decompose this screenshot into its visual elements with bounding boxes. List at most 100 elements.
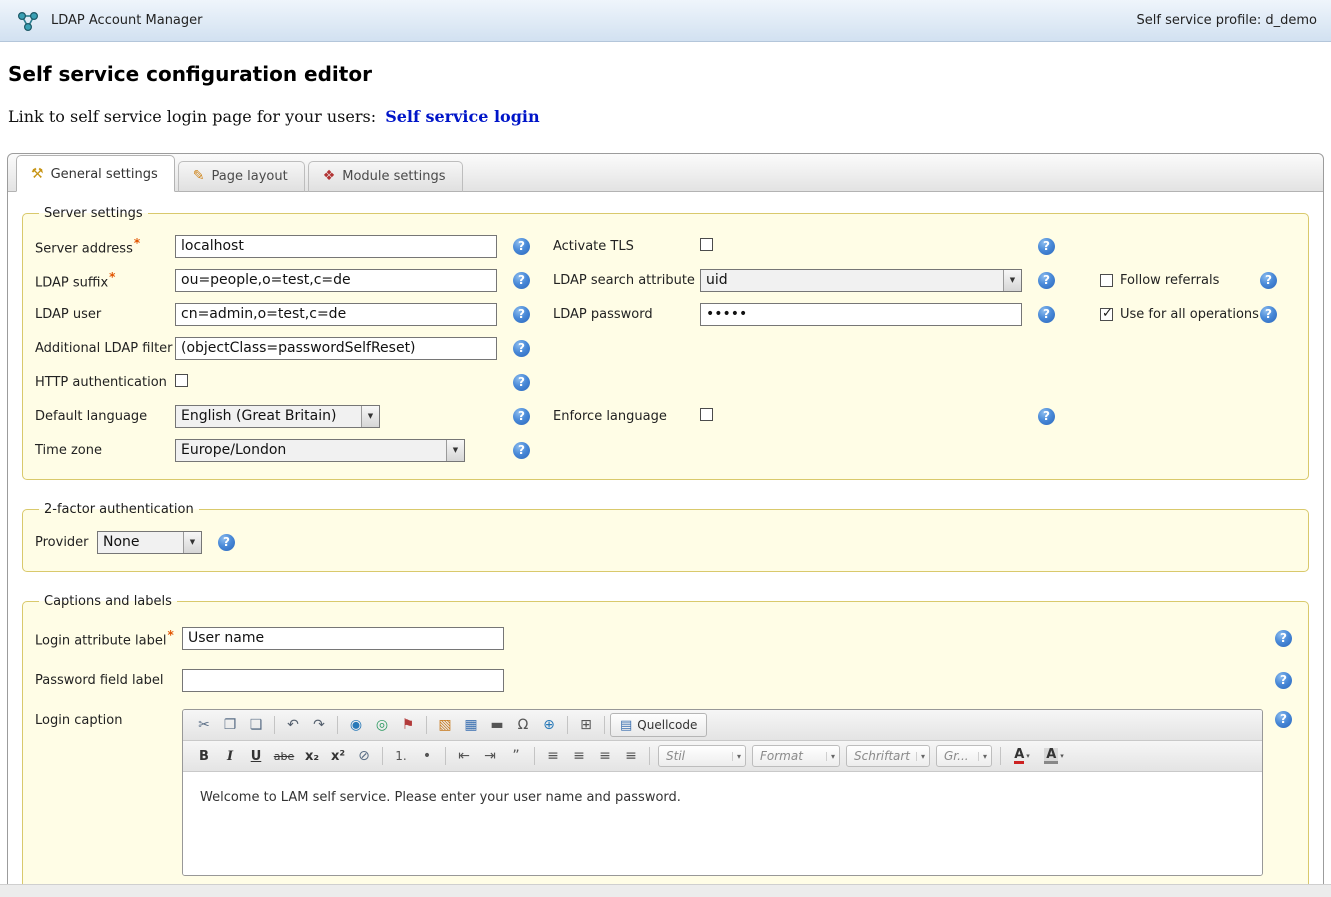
- insert-image-icon[interactable]: ▧: [432, 713, 458, 737]
- toolbar-separator: [426, 716, 427, 734]
- ldap-password-input[interactable]: [700, 303, 1022, 326]
- bullet-list-icon[interactable]: •: [414, 744, 440, 768]
- subscript-icon[interactable]: x₂: [299, 744, 325, 768]
- additional-ldap-filter-input[interactable]: [175, 337, 497, 360]
- background-color-button[interactable]: A ▾: [1038, 744, 1070, 768]
- source-code-button[interactable]: ▤ Quellcode: [610, 713, 707, 737]
- link-icon[interactable]: ◉: [343, 713, 369, 737]
- two-factor-section: 2-factor authentication Provider None ▼ …: [22, 502, 1309, 572]
- help-icon[interactable]: ?: [1038, 238, 1055, 255]
- tab-general-settings[interactable]: ⚒ General settings: [16, 155, 175, 192]
- help-icon[interactable]: ?: [513, 374, 530, 391]
- font-size-dropdown[interactable]: Gr... ▾: [936, 745, 992, 767]
- help-icon[interactable]: ?: [1275, 711, 1292, 728]
- chevron-down-icon: ▼: [361, 406, 379, 427]
- align-justify-icon[interactable]: ≡: [618, 744, 644, 768]
- additional-ldap-filter-label: Additional LDAP filter: [35, 341, 175, 356]
- strikethrough-icon[interactable]: abe: [269, 744, 299, 768]
- use-for-all-operations-checkbox[interactable]: [1100, 308, 1113, 321]
- help-icon[interactable]: ?: [513, 442, 530, 459]
- horizontal-rule-icon[interactable]: ▬: [484, 713, 510, 737]
- app-title: LDAP Account Manager: [51, 13, 203, 28]
- help-icon[interactable]: ?: [1260, 272, 1277, 289]
- help-icon[interactable]: ?: [1038, 272, 1055, 289]
- help-icon[interactable]: ?: [218, 534, 235, 551]
- toolbar-separator: [1000, 747, 1001, 765]
- ldap-suffix-input[interactable]: [175, 269, 497, 292]
- numbered-list-icon[interactable]: 1.: [388, 744, 414, 768]
- enforce-language-checkbox[interactable]: [700, 408, 713, 421]
- form-row: LDAP suffix* ? LDAP search attribute uid…: [35, 263, 1296, 297]
- help-icon[interactable]: ?: [1275, 630, 1292, 647]
- http-authentication-checkbox[interactable]: [175, 374, 188, 387]
- help-icon[interactable]: ?: [513, 272, 530, 289]
- two-factor-legend: 2-factor authentication: [39, 502, 199, 517]
- redo-icon[interactable]: ↷: [306, 713, 332, 737]
- activate-tls-checkbox[interactable]: [700, 238, 713, 251]
- horizontal-scrollbar[interactable]: [0, 884, 1331, 897]
- editor-toolbar-row-1: ✂ ❐ ❏ ↶ ↷ ◉ ◎ ⚑ ▧ ▦: [183, 710, 1262, 741]
- form-row: Login caption ✂ ❐ ❏ ↶ ↷ ◉: [35, 709, 1296, 876]
- ldap-search-attribute-select[interactable]: uid ▼: [700, 269, 1022, 292]
- undo-icon[interactable]: ↶: [280, 713, 306, 737]
- server-address-input[interactable]: [175, 235, 497, 258]
- paste-icon[interactable]: ❏: [243, 713, 269, 737]
- ldap-user-input[interactable]: [175, 303, 497, 326]
- cut-icon[interactable]: ✂: [191, 713, 217, 737]
- underline-icon[interactable]: U: [243, 744, 269, 768]
- http-authentication-label: HTTP authentication: [35, 375, 175, 390]
- modules-icon: ❖: [323, 168, 336, 184]
- login-link-text: Link to self service login page for your…: [8, 107, 376, 126]
- align-right-icon[interactable]: ≡: [592, 744, 618, 768]
- help-icon[interactable]: ?: [513, 340, 530, 357]
- help-icon[interactable]: ?: [513, 306, 530, 323]
- maximize-icon[interactable]: ⊞: [573, 713, 599, 737]
- format-dropdown[interactable]: Format ▾: [752, 745, 840, 767]
- password-field-label-input[interactable]: [182, 669, 504, 692]
- tab-page-layout[interactable]: ✎ Page layout: [178, 161, 305, 192]
- provider-select[interactable]: None ▼: [97, 531, 202, 554]
- captions-legend: Captions and labels: [39, 594, 177, 609]
- copy-icon[interactable]: ❐: [217, 713, 243, 737]
- help-icon[interactable]: ?: [1260, 306, 1277, 323]
- time-zone-select[interactable]: Europe/London ▼: [175, 439, 465, 462]
- password-field-label-label: Password field label: [35, 673, 182, 688]
- toolbar-separator: [649, 747, 650, 765]
- form-row: HTTP authentication ?: [35, 365, 1296, 399]
- toolbar-separator: [445, 747, 446, 765]
- text-color-button[interactable]: A ▾: [1006, 744, 1038, 768]
- self-service-login-link[interactable]: Self service login: [385, 107, 539, 126]
- superscript-icon[interactable]: x²: [325, 744, 351, 768]
- remove-format-icon[interactable]: ⊘: [351, 744, 377, 768]
- insert-table-icon[interactable]: ▦: [458, 713, 484, 737]
- login-attribute-label-input[interactable]: [182, 627, 504, 650]
- italic-icon[interactable]: I: [217, 744, 243, 768]
- login-caption-editor: ✂ ❐ ❏ ↶ ↷ ◉ ◎ ⚑ ▧ ▦: [182, 709, 1263, 876]
- help-icon[interactable]: ?: [1038, 306, 1055, 323]
- chevron-down-icon: ▾: [916, 752, 929, 761]
- anchor-flag-icon[interactable]: ⚑: [395, 713, 421, 737]
- editor-content[interactable]: Welcome to LAM self service. Please ente…: [183, 772, 1262, 875]
- toolbar-separator: [604, 716, 605, 734]
- blockquote-icon[interactable]: ”: [503, 744, 529, 768]
- chevron-down-icon: ▼: [446, 440, 464, 461]
- outdent-icon[interactable]: ⇤: [451, 744, 477, 768]
- align-center-icon[interactable]: ≡: [566, 744, 592, 768]
- font-dropdown[interactable]: Schriftart ▾: [846, 745, 930, 767]
- toolbar-separator: [382, 747, 383, 765]
- tab-module-settings[interactable]: ❖ Module settings: [308, 161, 463, 192]
- help-icon[interactable]: ?: [1275, 672, 1292, 689]
- iframe-globe-icon[interactable]: ⊕: [536, 713, 562, 737]
- help-icon[interactable]: ?: [513, 238, 530, 255]
- default-language-select[interactable]: English (Great Britain) ▼: [175, 405, 380, 428]
- align-left-icon[interactable]: ≡: [540, 744, 566, 768]
- help-icon[interactable]: ?: [1038, 408, 1055, 425]
- bold-icon[interactable]: B: [191, 744, 217, 768]
- page-title: Self service configuration editor: [8, 62, 1323, 86]
- indent-icon[interactable]: ⇥: [477, 744, 503, 768]
- special-character-icon[interactable]: Ω: [510, 713, 536, 737]
- unlink-icon[interactable]: ◎: [369, 713, 395, 737]
- help-icon[interactable]: ?: [513, 408, 530, 425]
- style-dropdown[interactable]: Stil ▾: [658, 745, 746, 767]
- follow-referrals-checkbox[interactable]: [1100, 274, 1113, 287]
